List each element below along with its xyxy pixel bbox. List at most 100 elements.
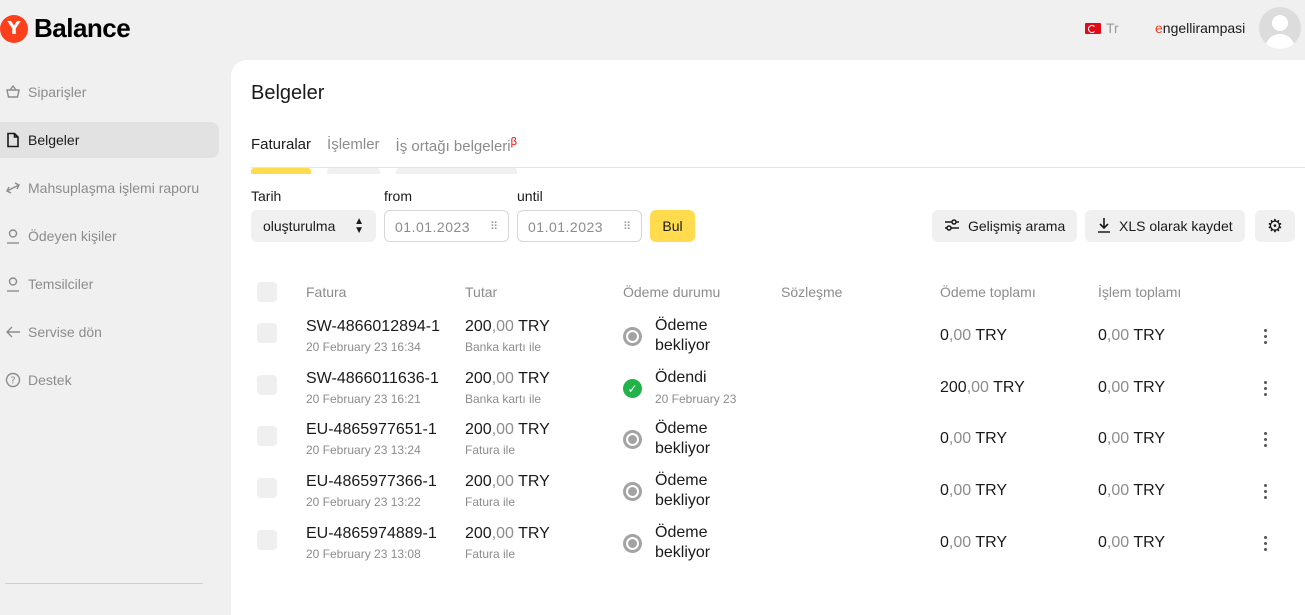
settings-button[interactable]: ⚙ (1255, 210, 1295, 242)
row-checkbox[interactable] (257, 426, 277, 446)
payment-method: Fatura ile (465, 443, 516, 457)
sidebar-item-mahsuplasma[interactable]: Mahsuplaşma işlemi raporu (0, 170, 219, 206)
sort-arrows-icon: ▲ ▼ (354, 216, 364, 236)
until-date-input[interactable]: 01.01.2023 ⠿ (517, 210, 642, 242)
payment-method: Banka kartı ile (465, 392, 542, 406)
page-title: Belgeler (251, 82, 325, 104)
from-date-input[interactable]: 01.01.2023 ⠿ (384, 210, 509, 242)
table-row[interactable]: SW-4866011636-1 20 February 23 16:21 200… (231, 364, 1305, 416)
payment-method: Fatura ile (465, 547, 516, 561)
more-actions-icon[interactable] (1257, 480, 1273, 502)
sidebar-item-destek[interactable]: ? Destek (0, 362, 219, 398)
main-panel: Belgeler Faturalar İşlemler İş ortağı be… (231, 60, 1305, 615)
date-type-select[interactable]: oluşturulma ▲ ▼ (251, 210, 376, 242)
payment-total: 0,00 TRY (940, 534, 1008, 551)
language-switcher[interactable]: Tr (1085, 20, 1119, 36)
sidebar-item-label: Servise dön (28, 324, 102, 340)
sidebar-item-label: Temsilciler (28, 276, 94, 292)
sidebar-item-siparisler[interactable]: Siparişler (0, 74, 219, 110)
person-icon (5, 228, 21, 244)
row-checkbox[interactable] (257, 323, 277, 343)
more-actions-icon[interactable] (1257, 377, 1273, 399)
advanced-search-button[interactable]: Gelişmiş arama (932, 210, 1078, 242)
sidebar-item-temsilciler[interactable]: Temsilciler (0, 266, 219, 302)
amount: 200,00 TRY (465, 370, 550, 387)
tab-is-ortagi-belgeleri[interactable]: İş ortağı belgeleriβ (395, 136, 518, 174)
amount: 200,00 TRY (465, 525, 550, 542)
from-label: from (384, 188, 412, 204)
payment-method: Fatura ile (465, 495, 516, 509)
transaction-total: 0,00 TRY (1098, 534, 1166, 551)
row-checkbox[interactable] (257, 478, 277, 498)
more-actions-icon[interactable] (1257, 428, 1273, 450)
tab-islemler[interactable]: İşlemler (327, 136, 380, 174)
payment-total: 0,00 TRY (940, 430, 1008, 447)
sidebar-item-servise-don[interactable]: Servise dön (0, 314, 219, 350)
app-name: Balance (34, 13, 131, 43)
invoice-date: 20 February 23 16:34 (306, 340, 421, 354)
payment-status: Ödeme bekliyor (655, 524, 711, 561)
column-header[interactable]: Sözleşme (781, 284, 842, 300)
sliders-icon (944, 218, 960, 235)
avatar[interactable] (1259, 7, 1301, 49)
payment-total: 0,00 TRY (940, 482, 1008, 499)
sidebar: Siparişler Belgeler Mahsuplaşma işlemi r… (0, 74, 222, 410)
clock-icon (623, 430, 642, 449)
row-checkbox[interactable] (257, 375, 277, 395)
row-checkbox[interactable] (257, 530, 277, 550)
calendar-icon[interactable]: ⠿ (490, 220, 498, 233)
sidebar-item-label: Belgeler (28, 132, 80, 148)
calendar-icon[interactable]: ⠿ (623, 220, 631, 233)
amount: 200,00 TRY (465, 318, 550, 335)
check-icon: ✓ (623, 379, 642, 398)
invoice-number[interactable]: EU-4865977651-1 (306, 421, 437, 439)
more-actions-icon[interactable] (1257, 532, 1273, 554)
document-icon (5, 132, 21, 148)
language-label: Tr (1106, 20, 1119, 36)
find-button[interactable]: Bul (650, 210, 695, 242)
invoice-date: 20 February 23 13:08 (306, 547, 421, 561)
invoice-number[interactable]: SW-4866012894-1 (306, 318, 440, 336)
invoice-number[interactable]: SW-4866011636-1 (306, 370, 439, 388)
amount: 200,00 TRY (465, 421, 550, 438)
app-logo[interactable]: Y Balance (0, 13, 131, 44)
table-row[interactable]: EU-4865974889-1 20 February 23 13:08 200… (231, 519, 1305, 571)
save-xls-button[interactable]: XLS olarak kaydet (1085, 210, 1245, 242)
invoice-number[interactable]: EU-4865977366-1 (306, 473, 437, 491)
date-filter-label: Tarih (251, 188, 282, 204)
clock-icon (623, 482, 642, 501)
table-row[interactable]: EU-4865977366-1 20 February 23 13:22 200… (231, 467, 1305, 519)
column-header[interactable]: Tutar (465, 284, 497, 300)
column-header[interactable]: Ödeme toplamı (940, 284, 1036, 300)
more-actions-icon[interactable] (1257, 325, 1273, 347)
payment-status-date: 20 February 23 (655, 392, 737, 406)
column-header[interactable]: Fatura (306, 284, 346, 300)
column-header[interactable]: Ödeme durumu (623, 284, 720, 300)
clock-icon (623, 327, 642, 346)
tab-faturalar[interactable]: Faturalar (251, 136, 312, 174)
select-all-checkbox[interactable] (257, 282, 277, 302)
transaction-total: 0,00 TRY (1098, 327, 1166, 344)
payment-status: Ödeme bekliyor (655, 472, 711, 509)
transaction-total: 0,00 TRY (1098, 379, 1166, 396)
payment-status: Ödeme bekliyor (655, 317, 711, 354)
table-row[interactable]: EU-4865977651-1 20 February 23 13:24 200… (231, 415, 1305, 467)
turkey-flag-icon (1085, 22, 1101, 34)
username[interactable]: engellirampasi (1155, 20, 1245, 36)
person-icon (5, 276, 21, 292)
invoice-number[interactable]: EU-4865974889-1 (306, 525, 437, 543)
basket-icon (5, 84, 21, 100)
sidebar-item-label: Ödeyen kişiler (28, 228, 117, 244)
payment-method: Banka kartı ile (465, 340, 542, 354)
payment-status: Ödeme bekliyor (655, 420, 711, 457)
sidebar-item-label: Destek (28, 372, 72, 388)
payment-status: Ödendi (655, 369, 707, 386)
amount: 200,00 TRY (465, 473, 550, 490)
download-icon (1097, 217, 1111, 236)
column-header[interactable]: İşlem toplamı (1098, 284, 1181, 300)
until-label: until (517, 188, 543, 204)
sidebar-item-belgeler[interactable]: Belgeler (0, 122, 219, 158)
sidebar-item-odeyen-kisiler[interactable]: Ödeyen kişiler (0, 218, 219, 254)
transaction-total: 0,00 TRY (1098, 482, 1166, 499)
table-row[interactable]: SW-4866012894-1 20 February 23 16:34 200… (231, 312, 1305, 364)
